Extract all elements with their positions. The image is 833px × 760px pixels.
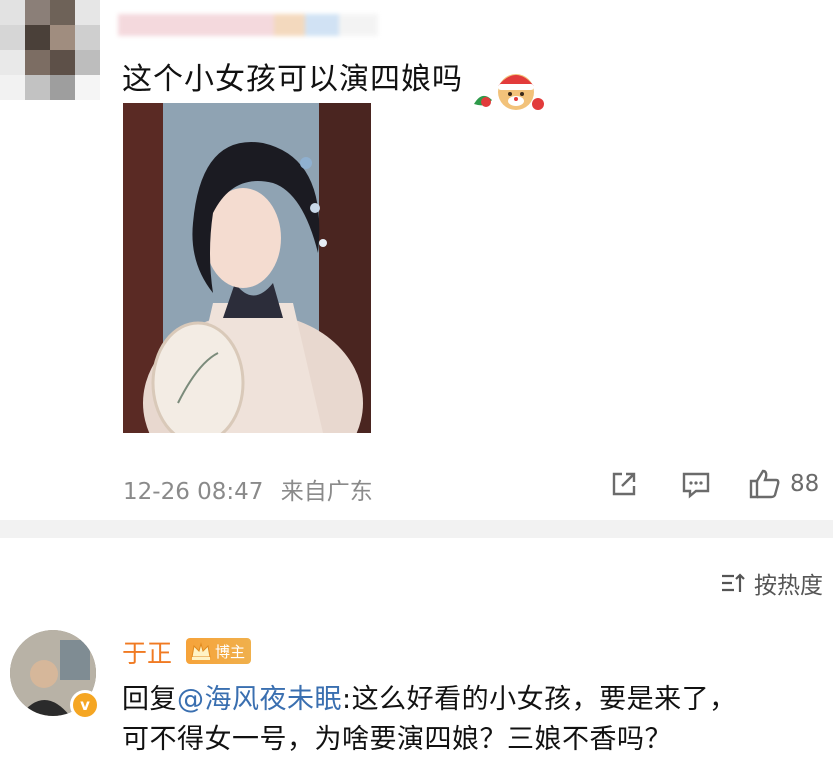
sort-toggle[interactable]: 按热度 bbox=[720, 566, 823, 600]
comment-meta: 12-26 08:47 来自广东 bbox=[123, 472, 383, 506]
portrait-photo[interactable] bbox=[123, 103, 371, 433]
comment-icon bbox=[682, 472, 710, 499]
badge-label: 博主 bbox=[215, 642, 246, 661]
reply-prefix: 回复 bbox=[122, 684, 177, 715]
comment-text: 这个小女孩可以演四娘吗 bbox=[122, 62, 463, 97]
thumbs-up-icon bbox=[749, 469, 780, 499]
verified-badge: v bbox=[70, 690, 100, 720]
sort-icon bbox=[722, 573, 745, 592]
reply-line-2: 可不得女一号，为啥要演四娘？三娘不香吗？ bbox=[122, 724, 672, 755]
share-button[interactable] bbox=[608, 468, 640, 504]
crown-icon bbox=[191, 642, 211, 660]
author-badge: 博主 bbox=[186, 638, 252, 664]
timestamp: 12-26 08:47 bbox=[123, 479, 264, 505]
reply-line-1: :这么好看的小女孩，要是来了， bbox=[342, 684, 737, 715]
like-count: 88 bbox=[790, 471, 820, 497]
avatar[interactable] bbox=[0, 0, 100, 100]
santa-bear-sticker bbox=[474, 74, 544, 110]
comment-card: 这个小女孩可以演四娘吗 12-26 08:47 来自广东 88 bbox=[0, 0, 833, 520]
location: 来自广东 bbox=[280, 479, 373, 505]
reply-text: 回复@海风夜未眠:这么好看的小女孩，要是来了， 可不得女一号，为啥要演四娘？三娘… bbox=[122, 680, 822, 760]
reply-author[interactable]: 于正 bbox=[122, 634, 172, 670]
share-icon bbox=[612, 472, 636, 496]
comment-button[interactable] bbox=[680, 468, 712, 504]
sort-label: 按热度 bbox=[754, 573, 823, 599]
section-divider bbox=[0, 520, 833, 538]
mention-link[interactable]: @海风夜未眠 bbox=[177, 684, 342, 715]
username-blurred[interactable] bbox=[118, 14, 378, 36]
like-button[interactable]: 88 bbox=[748, 468, 819, 500]
